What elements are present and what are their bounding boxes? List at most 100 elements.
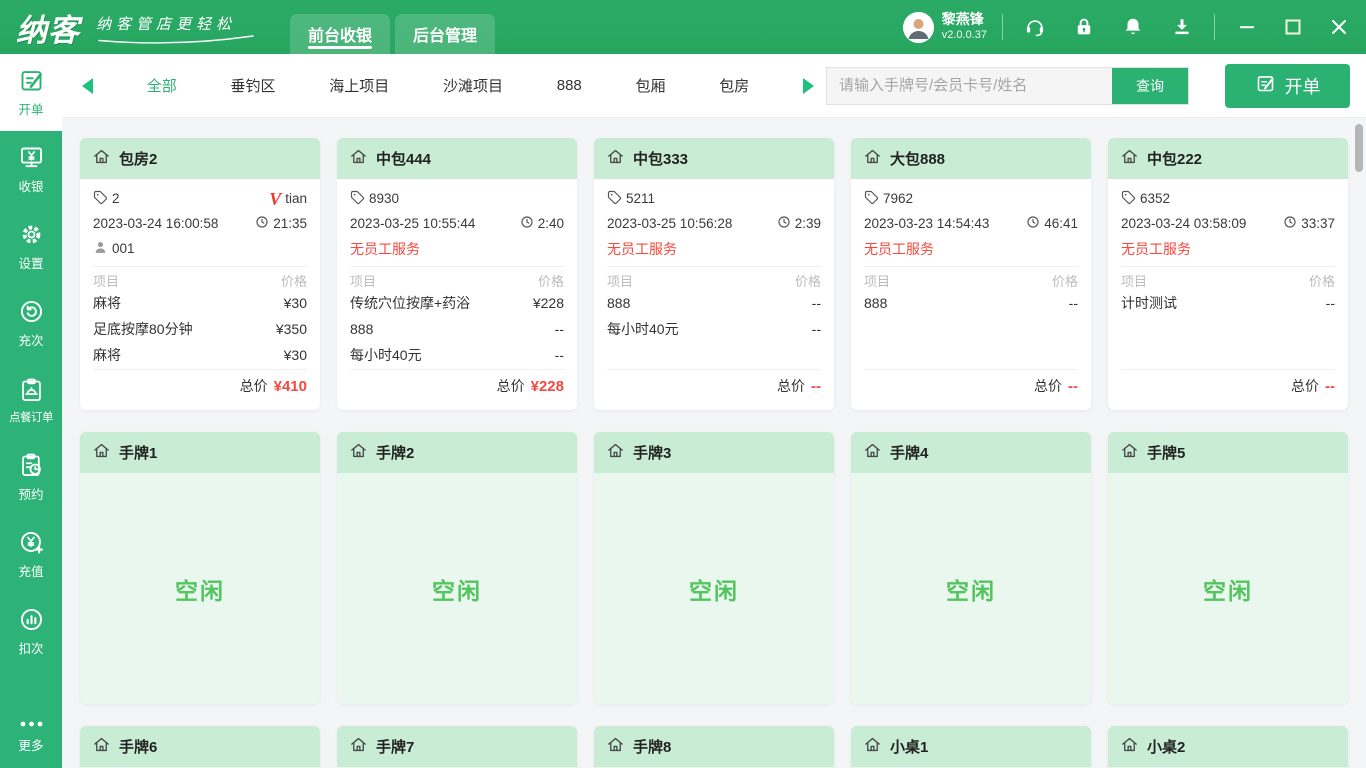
elapsed-duration: 2:40 <box>537 216 564 231</box>
search-button[interactable]: 查询 <box>1112 67 1188 104</box>
start-time: 2023-03-23 14:54:43 <box>864 216 990 231</box>
sidebar-item-settings[interactable]: 设置 <box>0 208 62 285</box>
item-price: ¥30 <box>283 347 307 363</box>
category-tab[interactable]: 888 <box>557 77 582 94</box>
card-header: 手牌1 <box>80 432 320 473</box>
category-tab-all[interactable]: 全部 <box>147 75 177 96</box>
reservation-icon <box>18 452 45 479</box>
search-group: 查询 <box>826 66 1189 105</box>
vip-v-icon: V <box>269 188 282 209</box>
sidebar-item-recharge-times[interactable]: 充次 <box>0 285 62 362</box>
sidebar-item-label: 设置 <box>18 257 44 271</box>
room-card-idle[interactable]: 手牌2 空闲 <box>337 432 577 704</box>
item-name: 每小时40元 <box>350 347 422 363</box>
category-tab[interactable]: 垂钓区 <box>230 75 275 96</box>
close-icon[interactable] <box>1328 16 1350 38</box>
tab-back-management[interactable]: 后台管理 <box>395 14 495 54</box>
order-items: 传统穴位按摩+药浴 ¥228 888 -- 每小时40元 -- <box>350 290 564 369</box>
deduct-times-icon <box>18 606 45 633</box>
brand: 纳客 纳客管店更轻松 <box>0 0 256 54</box>
item-price: ¥30 <box>283 295 307 311</box>
hand-tag-number: 2 <box>112 191 120 206</box>
scrollbar-thumb[interactable] <box>1355 124 1363 172</box>
hand-tag-number: 7962 <box>883 191 914 206</box>
sidebar-item-reservation[interactable]: 预约 <box>0 439 62 516</box>
card-header: 手牌3 <box>594 432 834 473</box>
top-up-icon <box>18 529 45 556</box>
room-card-idle[interactable]: 手牌8 空闲 <box>594 726 834 768</box>
room-card-idle[interactable]: 手牌3 空闲 <box>594 432 834 704</box>
sidebar-item-label: 收银 <box>18 180 44 194</box>
category-tab[interactable]: 沙滩项目 <box>443 75 503 96</box>
support-icon[interactable] <box>1018 10 1052 44</box>
idle-status-label: 空闲 <box>946 577 996 604</box>
window-controls <box>1236 16 1350 38</box>
tag-icon <box>350 190 365 208</box>
room-card-occupied[interactable]: 大包888 7962 2023-03-23 14:54:43 46:41 无员工… <box>851 138 1091 410</box>
house-icon <box>863 147 882 171</box>
scrollbar-track[interactable] <box>1352 118 1364 768</box>
scroll-left-icon[interactable] <box>82 77 93 94</box>
cashier-icon <box>18 144 45 171</box>
sidebar-item-food-order[interactable]: 点餐订单 <box>0 362 62 439</box>
room-card-occupied[interactable]: 包房2 2 V tian 2023-03-24 16:00:58 21:35 0… <box>80 138 320 410</box>
maximize-icon[interactable] <box>1282 16 1304 38</box>
idle-status-label: 空闲 <box>689 577 739 604</box>
room-card-idle[interactable]: 手牌1 空闲 <box>80 432 320 704</box>
room-card-idle[interactable]: 手牌6 空闲 <box>80 726 320 768</box>
room-name: 小桌2 <box>1147 739 1186 756</box>
room-card-occupied[interactable]: 中包333 5211 2023-03-25 10:56:28 2:39 无员工服… <box>594 138 834 410</box>
item-name: 888 <box>350 321 374 337</box>
column-item: 项目 <box>350 274 377 289</box>
tag-icon <box>1121 190 1136 208</box>
room-card-idle[interactable]: 手牌4 空闲 <box>851 432 1091 704</box>
house-icon <box>349 147 368 171</box>
sidebar-item-label: 充次 <box>18 334 44 348</box>
user-account[interactable]: 黎燕锋 v2.0.0.37 <box>902 11 987 43</box>
sidebar-item-label: 扣次 <box>18 642 44 656</box>
category-tab[interactable]: 海上项目 <box>329 75 389 96</box>
sidebar-item-top-up[interactable]: 充值 <box>0 516 62 593</box>
column-item: 项目 <box>1121 274 1148 289</box>
room-card-idle[interactable]: 小桌1 空闲 <box>851 726 1091 768</box>
category-tabs: 全部 垂钓区 海上项目 沙滩项目 888 包厢 包房 <box>82 75 814 96</box>
user-name: 黎燕锋 <box>941 11 984 28</box>
start-time: 2023-03-25 10:55:44 <box>350 216 476 231</box>
search-input[interactable] <box>827 67 1112 104</box>
order-items: 888 -- <box>864 290 1078 369</box>
lock-icon[interactable] <box>1067 10 1101 44</box>
room-card-idle[interactable]: 手牌5 空闲 <box>1108 432 1348 704</box>
idle-status-label: 空闲 <box>432 577 482 604</box>
room-card-idle[interactable]: 手牌7 空闲 <box>337 726 577 768</box>
tag-icon <box>864 190 879 208</box>
category-tab[interactable]: 包房 <box>719 75 749 96</box>
sidebar-item-label: 点餐订单 <box>9 411 54 424</box>
card-header: 中包222 <box>1108 138 1348 179</box>
room-name: 大包888 <box>890 151 946 168</box>
download-icon[interactable] <box>1165 10 1199 44</box>
total-value: -- <box>1068 377 1078 395</box>
sidebar-item-more[interactable]: 更多 <box>0 704 62 768</box>
house-icon <box>349 441 368 465</box>
sidebar-item-cashier[interactable]: 收银 <box>0 131 62 208</box>
room-card-occupied[interactable]: 中包222 6352 2023-03-24 03:58:09 33:37 无员工… <box>1108 138 1348 410</box>
tab-front-cashier[interactable]: 前台收银 <box>290 14 390 54</box>
card-header: 中包444 <box>337 138 577 179</box>
minimize-icon[interactable] <box>1236 16 1258 38</box>
room-card-idle[interactable]: 小桌2 空闲 <box>1108 726 1348 768</box>
bell-icon[interactable] <box>1116 10 1150 44</box>
house-icon <box>606 441 625 465</box>
start-time: 2023-03-24 16:00:58 <box>93 216 219 231</box>
column-item: 项目 <box>607 274 634 289</box>
sidebar-item-deduct-times[interactable]: 扣次 <box>0 593 62 670</box>
more-icon <box>18 718 45 730</box>
room-card-occupied[interactable]: 中包444 8930 2023-03-25 10:55:44 2:40 无员工服… <box>337 138 577 410</box>
sidebar-item-open-bill[interactable]: 开单 <box>0 54 62 131</box>
main-nav-tabs: 前台收银 后台管理 <box>290 0 495 54</box>
open-bill-button[interactable]: 开单 <box>1225 63 1350 108</box>
category-tab[interactable]: 包厢 <box>636 75 666 96</box>
clock-icon <box>520 215 534 232</box>
room-name: 包房2 <box>119 151 158 168</box>
order-item-row: 888 -- <box>350 316 564 342</box>
scroll-right-icon[interactable] <box>803 77 814 94</box>
